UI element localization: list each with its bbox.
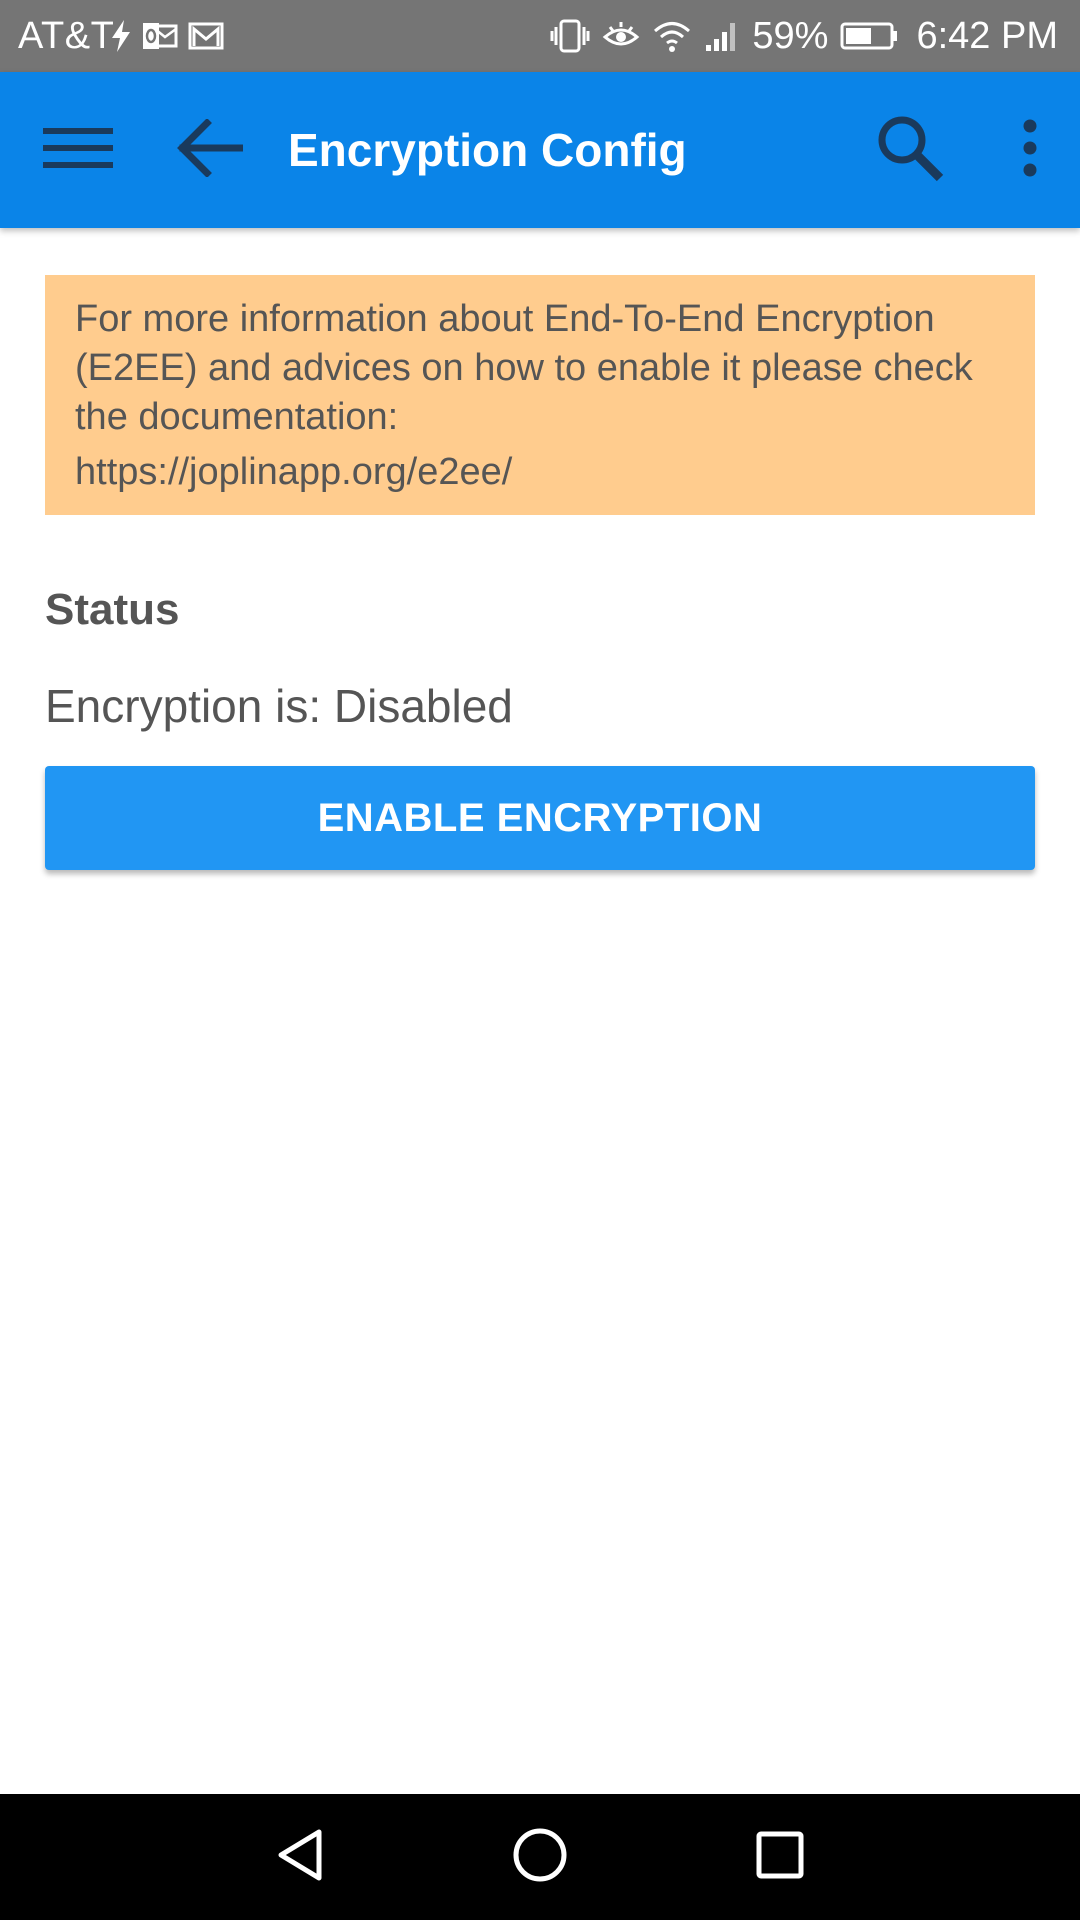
vibrate-icon (550, 19, 590, 53)
battery-icon (840, 21, 900, 51)
outlook-icon (142, 21, 178, 51)
navigation-bar (0, 1794, 1080, 1920)
nav-home-button[interactable] (480, 1794, 600, 1920)
system-icons: 59% 6:42 PM (550, 14, 1058, 58)
nav-recents-icon (755, 1830, 805, 1885)
info-text: For more information about End-To-End En… (75, 298, 973, 438)
lightning-icon (110, 19, 132, 53)
menu-icon (43, 124, 113, 177)
nav-home-icon (512, 1827, 568, 1888)
wifi-icon (652, 19, 692, 53)
signal-icon (704, 19, 740, 53)
nav-back-button[interactable] (240, 1794, 360, 1920)
search-button[interactable] (860, 72, 960, 228)
carrier-label: AT&T (18, 15, 115, 57)
encryption-status-text: Encryption is: Disabled (45, 680, 513, 732)
notification-icons (110, 14, 224, 58)
search-icon (876, 114, 944, 187)
status-bar: AT&T 59% 6:42 PM (0, 0, 1080, 72)
battery-percent: 59% (752, 15, 829, 57)
enable-encryption-button[interactable]: ENABLE ENCRYPTION (45, 766, 1035, 870)
menu-button[interactable] (28, 72, 128, 228)
info-box: For more information about End-To-End En… (45, 275, 1035, 515)
app-bar: Encryption Config (0, 72, 1080, 228)
nav-recents-button[interactable] (720, 1794, 840, 1920)
back-arrow-icon (177, 117, 245, 182)
clock: 6:42 PM (916, 15, 1058, 57)
enable-encryption-label: ENABLE ENCRYPTION (317, 795, 763, 840)
more-vert-icon (1022, 119, 1038, 182)
gmail-icon (188, 21, 224, 51)
documentation-link[interactable]: https://joplinapp.org/e2ee/ (75, 448, 1005, 497)
page-title: Encryption Config (288, 124, 687, 176)
status-heading: Status (45, 585, 180, 634)
back-button[interactable] (160, 72, 260, 228)
screen: AT&T 59% 6:42 PM Encryption Config For m… (0, 0, 1080, 1920)
eye-icon (602, 19, 640, 53)
more-options-button[interactable] (990, 72, 1070, 228)
nav-back-icon (275, 1827, 325, 1888)
